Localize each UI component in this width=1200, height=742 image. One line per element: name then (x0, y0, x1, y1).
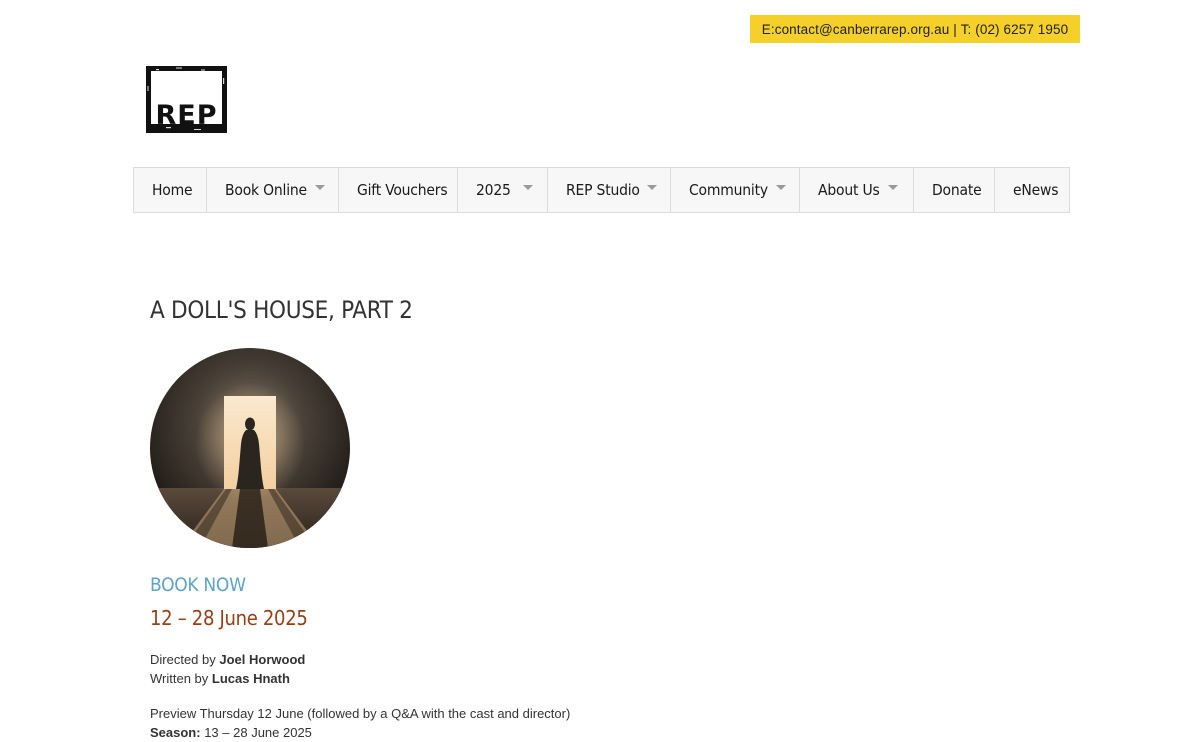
show-schedule: Preview Thursday 12 June (followed by a … (150, 704, 570, 742)
contact-separator: | (949, 21, 961, 37)
nav-item-community[interactable]: Community (671, 168, 800, 212)
page-title: A DOLL'S HOUSE, PART 2 (150, 296, 413, 324)
nav-item-label: Gift Vouchers (357, 181, 448, 199)
show-dates: 12 – 28 June 2025 (150, 606, 308, 630)
phone-link[interactable]: (02) 6257 1950 (975, 22, 1068, 37)
chevron-down-icon (523, 185, 533, 190)
nav-item-rep-studio[interactable]: REP Studio (548, 168, 671, 212)
written-by-label: Written by (150, 671, 212, 686)
email-link[interactable]: contact@canberrarep.org.au (775, 22, 950, 37)
book-now-link[interactable]: BOOK NOW (150, 574, 246, 596)
director-name: Joel Horwood (219, 652, 306, 667)
preview-line: Preview Thursday 12 June (followed by a … (150, 706, 571, 721)
nav-item-label: eNews (1013, 181, 1059, 199)
show-credits: Directed by Joel Horwood Written by Luca… (150, 650, 305, 688)
nav-item-label: About Us (818, 181, 880, 199)
nav-item-book-online[interactable]: Book Online (207, 168, 339, 212)
nav-item-label: Home (152, 181, 193, 199)
season-line: Season: 13 – 28 June 2025 (150, 723, 570, 742)
director-line: Directed by Joel Horwood (150, 650, 305, 669)
directed-by-label: Directed by (150, 652, 220, 667)
nav-item-home[interactable]: Home (134, 168, 207, 212)
nav-item-2025[interactable]: 2025 (458, 168, 548, 212)
rep-logo[interactable]: REP (146, 66, 227, 133)
nav-item-enews[interactable]: eNews (995, 168, 1069, 212)
silhouette-doorway-image (150, 348, 350, 548)
nav-item-about-us[interactable]: About Us (800, 168, 914, 212)
nav-item-label: Book Online (225, 181, 307, 199)
phone-label: T: (960, 21, 976, 37)
nav-item-label: Community (689, 181, 768, 199)
writer-line: Written by Lucas Hnath (150, 669, 305, 688)
season-label: Season: (150, 725, 201, 740)
writer-name: Lucas Hnath (211, 671, 290, 686)
chevron-down-icon (647, 185, 657, 190)
season-dates: 13 – 28 June 2025 (204, 725, 312, 740)
chevron-down-icon (315, 185, 325, 190)
main-nav: Home Book Online Gift Vouchers 2025 REP … (133, 167, 1070, 213)
nav-item-label: Donate (932, 181, 982, 199)
contact-bar: E: contact@canberrarep.org.au | T: (02) … (750, 15, 1080, 43)
chevron-down-icon (776, 185, 786, 190)
nav-item-gift-vouchers[interactable]: Gift Vouchers (339, 168, 458, 212)
nav-item-label: 2025 (476, 181, 511, 199)
nav-item-donate[interactable]: Donate (914, 168, 995, 212)
email-label: E: (761, 21, 775, 37)
chevron-down-icon (888, 185, 898, 190)
nav-item-label: REP Studio (566, 181, 640, 199)
rep-logo-icon: REP (146, 66, 227, 133)
show-poster-image (150, 348, 350, 548)
